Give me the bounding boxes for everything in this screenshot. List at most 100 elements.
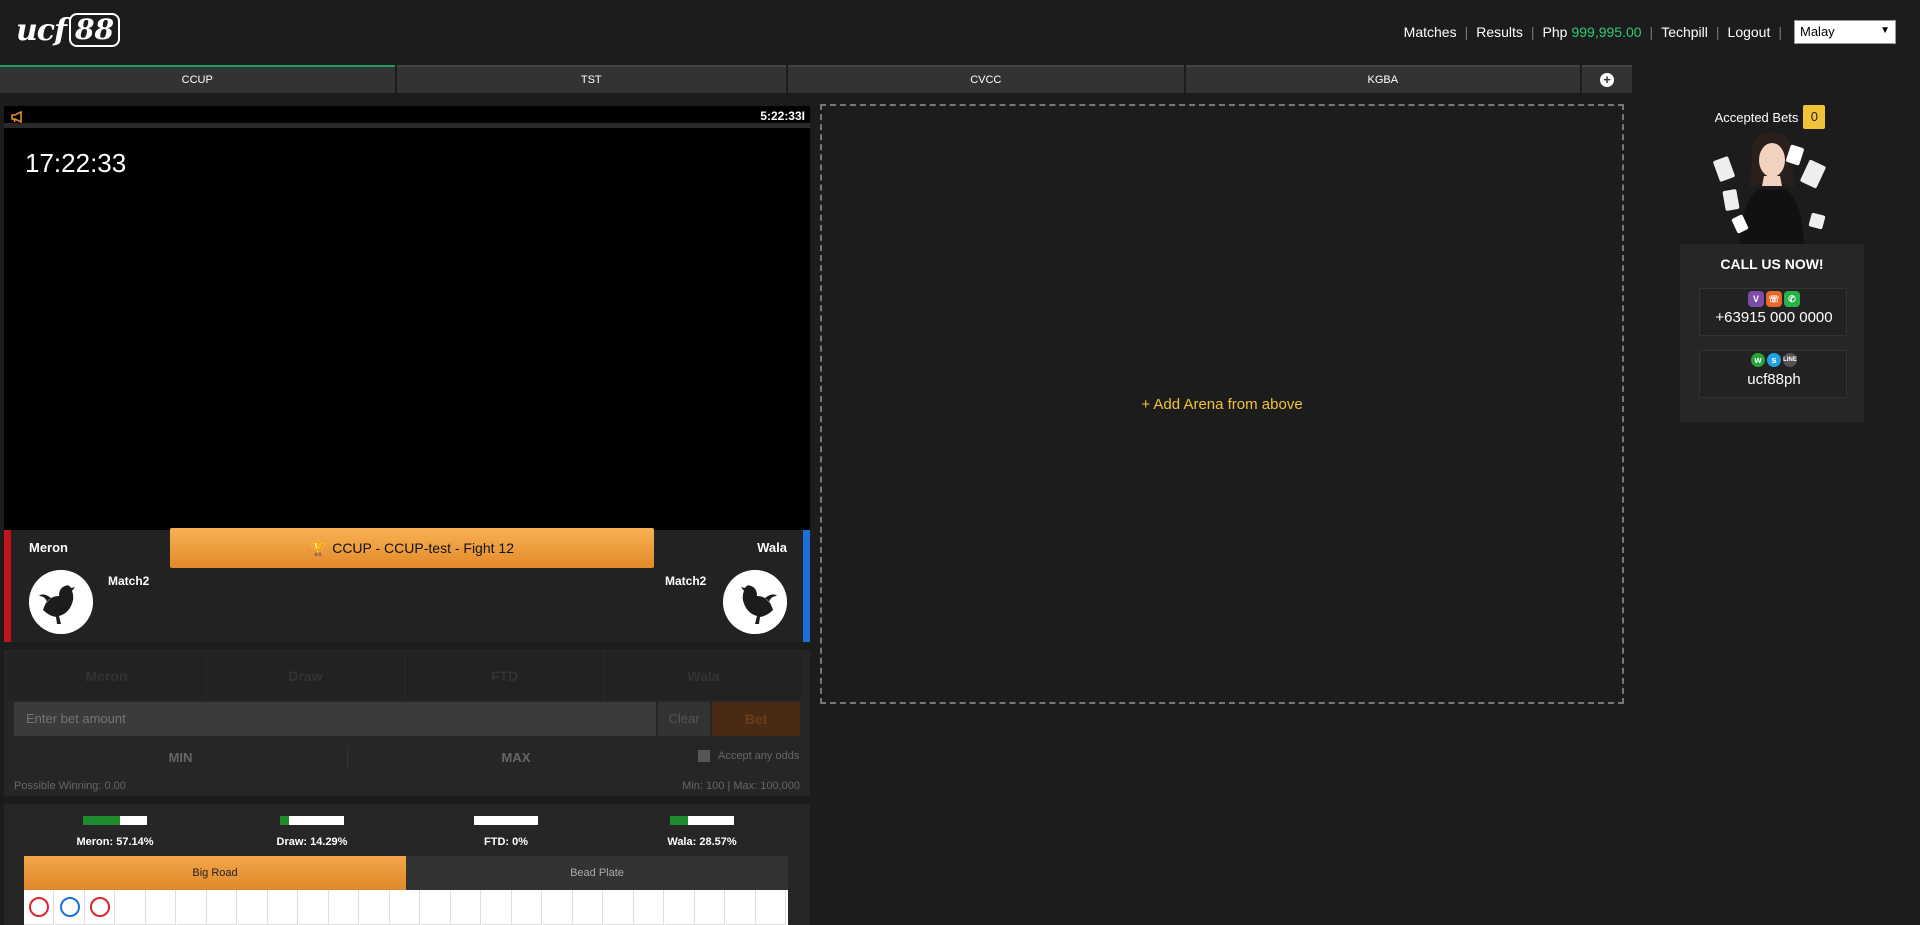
arena-tabs: CCUP TST CVCC KGBA +	[0, 64, 1632, 94]
accept-odds-label: Accept any odds	[718, 750, 800, 762]
handle-box[interactable]: w s LINE ucf88ph	[1699, 350, 1847, 398]
road-cell	[207, 890, 237, 925]
road-cell	[634, 890, 664, 925]
language-value: Malay	[1800, 24, 1835, 39]
road-cell	[603, 890, 634, 925]
trophy-icon: 🏆	[310, 541, 327, 556]
logo[interactable]: ucf 88	[16, 12, 120, 48]
meron-color-edge	[4, 530, 11, 642]
road-cell	[664, 890, 695, 925]
stat-label: Draw: 14.29%	[276, 836, 348, 848]
bet-option-ftd[interactable]: FTD	[406, 652, 603, 700]
stat-bar-fill	[670, 816, 689, 825]
phone-app-icons: V ☏ ✆	[1700, 291, 1848, 307]
fight-title: CCUP - CCUP-test - Fight 12	[332, 540, 514, 556]
header: ucf 88 Matches | Results | Php 999,995.0…	[0, 0, 1920, 64]
bet-option-draw[interactable]: Draw	[207, 652, 404, 700]
possible-winning: Possible Winning: 0.00	[14, 780, 126, 792]
tab-kgba[interactable]: KGBA	[1185, 65, 1581, 93]
handle-name: ucf88ph	[1747, 371, 1801, 388]
nav-separator: |	[1778, 24, 1782, 40]
bet-button[interactable]: Bet	[712, 702, 800, 736]
bet-option-wala[interactable]: Wala	[605, 652, 802, 700]
tab-tst[interactable]: TST	[396, 65, 787, 93]
road-cell	[359, 890, 390, 925]
rooster-icon	[723, 570, 787, 634]
top-nav: Matches | Results | Php 999,995.00 | Tec…	[1404, 20, 1896, 44]
road-cell	[115, 890, 146, 925]
chevron-down-icon: ▼	[1880, 25, 1890, 36]
clear-button[interactable]: Clear	[658, 702, 710, 736]
tab-bead-plate[interactable]: Bead Plate	[406, 856, 788, 890]
stat-bar	[83, 816, 147, 825]
stat-bar	[670, 816, 734, 825]
nav-matches-link[interactable]: Matches	[1404, 24, 1457, 40]
announcement-time: 5:22:33I	[760, 109, 805, 123]
stat-bar	[474, 816, 538, 825]
phone-box[interactable]: V ☏ ✆ +63915 000 0000	[1699, 288, 1847, 336]
bet-amount-input[interactable]	[14, 702, 656, 736]
fight-info: 🏆 CCUP - CCUP-test - Fight 12 Meron Wala …	[4, 528, 810, 642]
road-cell	[695, 890, 725, 925]
username-link[interactable]: Techpill	[1661, 24, 1708, 40]
road-cell	[146, 890, 176, 925]
road-cell	[390, 890, 420, 925]
phone-number: +63915 000 0000	[1715, 309, 1833, 326]
min-button[interactable]: MIN	[14, 746, 348, 770]
promo-model-image	[1713, 132, 1826, 244]
road-result-wala	[59, 897, 80, 917]
fight-banner: 🏆 CCUP - CCUP-test - Fight 12	[170, 528, 654, 568]
tab-ccup[interactable]: CCUP	[0, 65, 395, 93]
tab-cvcc[interactable]: CVCC	[788, 65, 1184, 93]
stat-meron: Meron: 57.14%	[70, 816, 160, 848]
video-clock: 17:22:33	[25, 148, 127, 178]
arena-placeholder: + Add Arena from above	[820, 104, 1624, 704]
logo-text: ucf	[16, 12, 67, 48]
skype-icon: s	[1767, 353, 1781, 367]
road-cell	[542, 890, 573, 925]
road-cell	[176, 890, 207, 925]
balance-amount: 999,995.00	[1571, 24, 1642, 40]
logo-number: 88	[68, 13, 120, 47]
add-tab-button[interactable]: +	[1582, 65, 1632, 93]
road-cell	[573, 890, 603, 925]
accepted-bets-count: 0	[1803, 105, 1826, 129]
stat-label: Wala: 28.57%	[667, 836, 737, 848]
road-cell	[481, 890, 512, 925]
meron-name: Match2	[108, 574, 150, 588]
logout-link[interactable]: Logout	[1728, 24, 1771, 40]
nav-results-link[interactable]: Results	[1476, 24, 1523, 40]
road-cell	[756, 890, 786, 925]
accept-odds-checkbox[interactable]	[698, 750, 710, 762]
bet-option-meron[interactable]: Meron	[8, 652, 205, 700]
language-select[interactable]: Malay ▼	[1794, 20, 1896, 44]
road-cell	[268, 890, 298, 925]
bet-options: Meron Draw FTD Wala	[8, 652, 804, 700]
road-cell	[329, 890, 359, 925]
accept-odds-toggle[interactable]: Accept any odds	[698, 750, 799, 762]
wala-name: Match2	[665, 574, 707, 588]
road-cell	[237, 890, 268, 925]
stat-label: FTD: 0%	[484, 836, 528, 848]
max-button[interactable]: MAX	[348, 746, 684, 770]
viber-icon: V	[1748, 291, 1764, 307]
tab-big-road[interactable]: Big Road	[24, 856, 406, 890]
stats-panel: Meron: 57.14% Draw: 14.29% FTD: 0% Wala:…	[4, 804, 810, 925]
road-result-meron	[29, 897, 49, 917]
meron-label: Meron	[29, 540, 68, 555]
wala-label: Wala	[757, 540, 787, 555]
road-cell	[512, 890, 542, 925]
accepted-bets[interactable]: Accepted Bets 0	[1680, 105, 1860, 129]
nav-separator: |	[1530, 24, 1535, 40]
line-icon: LINE	[1783, 353, 1797, 367]
wala-color-edge	[803, 530, 810, 642]
stat-wala: Wala: 28.57%	[657, 816, 747, 848]
nav-separator: |	[1649, 24, 1654, 40]
nav-separator: |	[1715, 24, 1720, 40]
stat-bar-fill	[83, 816, 120, 825]
bet-panel: Meron Draw FTD Wala Clear Bet MIN MAX Ac…	[4, 650, 810, 796]
contact-panel: CALL US NOW! V ☏ ✆ +63915 000 0000 w s L…	[1680, 244, 1864, 422]
road-grid	[24, 890, 788, 925]
road-tabs: Big Road Bead Plate	[24, 856, 788, 890]
chat-app-icons: w s LINE	[1700, 353, 1848, 367]
